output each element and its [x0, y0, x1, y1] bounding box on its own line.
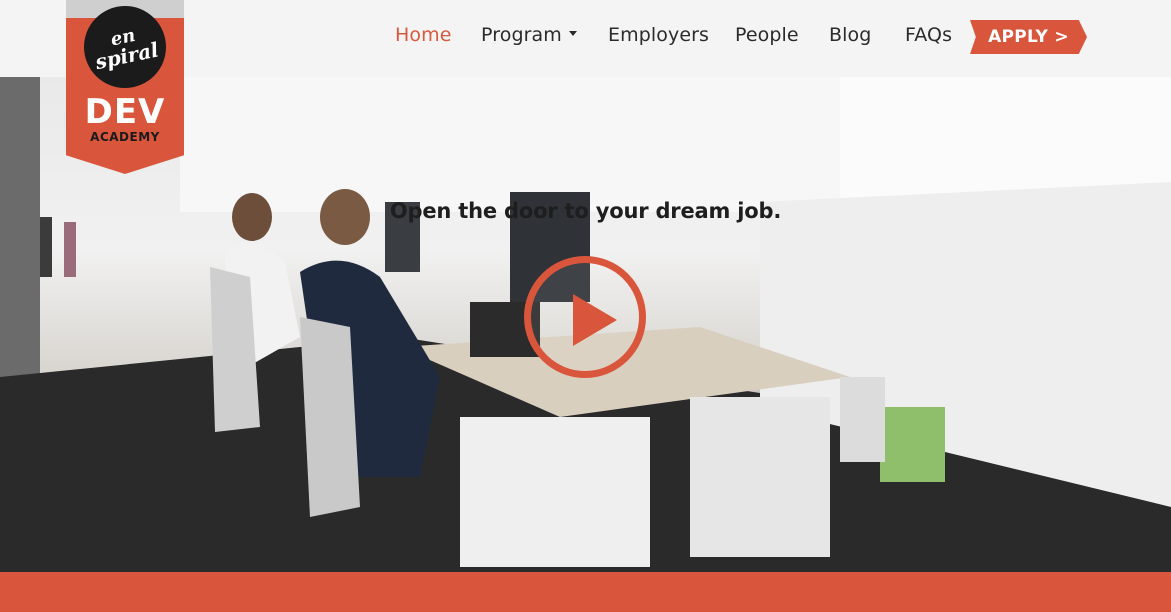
nav-faqs[interactable]: FAQs [905, 24, 952, 46]
apply-button[interactable]: APPLY > [970, 20, 1087, 54]
play-icon [573, 294, 617, 346]
bottom-accent-band [0, 572, 1171, 612]
hero-heading: Open the door to your dream job. [389, 199, 782, 223]
nav-program-label: Program [481, 24, 562, 46]
logo[interactable]: en spiral DEV ACADEMY [66, 0, 184, 174]
logo-title: DEV [84, 92, 166, 132]
nav-program[interactable]: Program [481, 24, 577, 46]
caret-down-icon [568, 31, 577, 36]
logo-circle-line2: spiral [93, 36, 161, 74]
nav-blog[interactable]: Blog [829, 24, 871, 46]
nav-employers[interactable]: Employers [608, 24, 709, 46]
play-button[interactable] [524, 256, 646, 378]
nav-people[interactable]: People [735, 24, 799, 46]
logo-subtitle: ACADEMY [90, 130, 160, 144]
nav-home[interactable]: Home [395, 24, 452, 46]
